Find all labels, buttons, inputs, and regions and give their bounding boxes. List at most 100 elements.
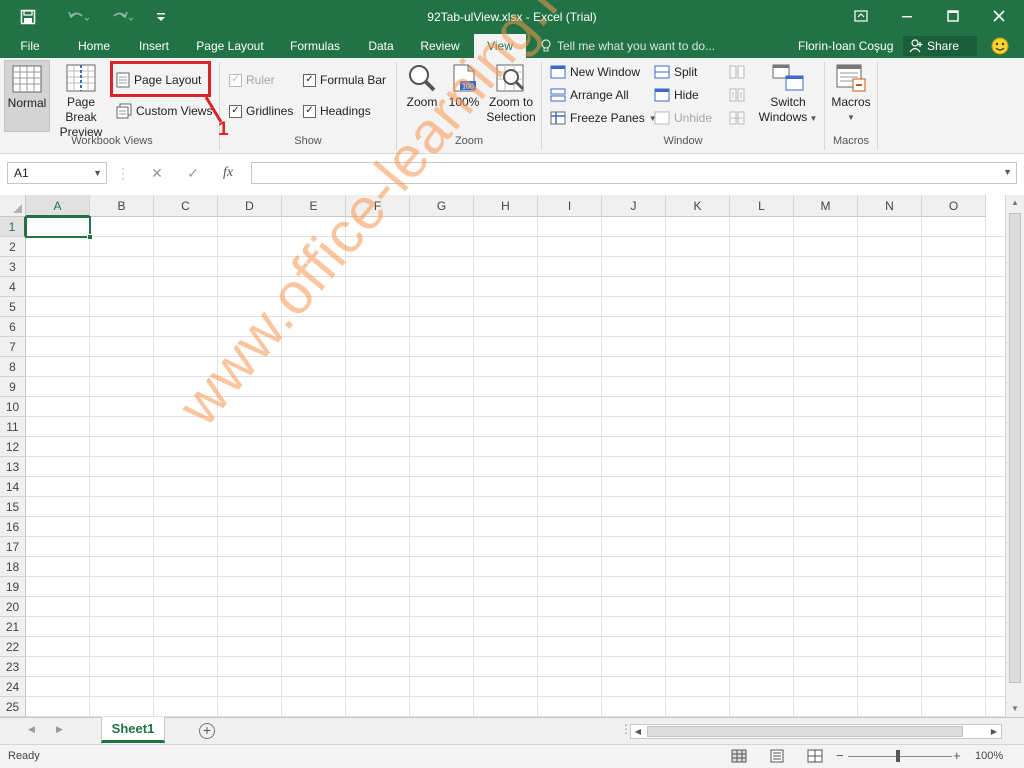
hide-button[interactable]: Hide [654, 85, 699, 105]
page-break-preview-button[interactable]: Page Break Preview [52, 60, 110, 139]
column-header[interactable]: B [90, 195, 154, 217]
column-header[interactable]: G [410, 195, 474, 217]
new-sheet-icon[interactable]: + [199, 723, 215, 739]
maximize-icon[interactable] [930, 0, 976, 32]
vertical-scroll-thumb[interactable] [1009, 213, 1021, 683]
scroll-down-icon[interactable]: ▼ [1006, 701, 1024, 717]
zoom-slider[interactable] [848, 756, 952, 757]
vertical-scrollbar[interactable]: ▲ ▼ [1005, 195, 1024, 717]
minimize-icon[interactable] [884, 0, 930, 32]
select-all-corner[interactable] [0, 195, 26, 217]
column-header[interactable]: M [794, 195, 858, 217]
cancel-entry-icon[interactable]: ✕ [146, 163, 168, 183]
smiley-feedback-icon[interactable] [990, 36, 1010, 56]
column-header[interactable]: I [538, 195, 602, 217]
chevron-down-icon[interactable]: ▼ [93, 163, 102, 183]
freeze-panes-button[interactable]: Freeze Panes ▼ [550, 108, 657, 128]
horizontal-scrollbar[interactable]: ◀ ▶ [630, 724, 1002, 739]
tab-home[interactable]: Home [70, 34, 118, 58]
share-button[interactable]: Share [903, 36, 977, 56]
row-header[interactable]: 4 [0, 277, 26, 297]
macros-button[interactable]: Macros ▼ [828, 60, 874, 132]
zoom-100-button[interactable]: 100 100% [446, 60, 482, 132]
row-header[interactable]: 14 [0, 477, 26, 497]
column-header[interactable]: A [26, 195, 90, 217]
zoom-to-selection-button[interactable]: Zoom to Selection [484, 60, 538, 132]
row-header[interactable]: 2 [0, 237, 26, 257]
new-window-button[interactable]: New Window [550, 62, 640, 82]
cell-area[interactable] [26, 217, 1005, 717]
row-header[interactable]: 6 [0, 317, 26, 337]
row-header[interactable]: 12 [0, 437, 26, 457]
row-header[interactable]: 7 [0, 337, 26, 357]
column-header[interactable]: F [346, 195, 410, 217]
row-header[interactable]: 19 [0, 577, 26, 597]
column-header[interactable]: K [666, 195, 730, 217]
tab-file[interactable]: File [10, 34, 50, 58]
column-header[interactable]: N [858, 195, 922, 217]
row-header[interactable]: 25 [0, 697, 26, 717]
formula-input[interactable]: ▼ [251, 162, 1017, 184]
row-header[interactable]: 13 [0, 457, 26, 477]
horizontal-scroll-thumb[interactable] [647, 726, 963, 737]
gridlines-checkbox[interactable]: ✓ Gridlines [229, 101, 293, 121]
fill-handle[interactable] [87, 234, 93, 240]
zoom-level[interactable]: 100% [975, 750, 1003, 762]
headings-checkbox[interactable]: ✓ Headings [303, 101, 371, 121]
split-button[interactable]: Split [654, 62, 697, 82]
row-header[interactable]: 17 [0, 537, 26, 557]
row-header[interactable]: 9 [0, 377, 26, 397]
zoom-button[interactable]: Zoom [400, 60, 444, 132]
row-header[interactable]: 5 [0, 297, 26, 317]
zoom-out-icon[interactable]: − [836, 748, 844, 763]
sheet-nav-prev-icon[interactable]: ◀ [28, 724, 35, 735]
row-header[interactable]: 8 [0, 357, 26, 377]
row-header[interactable]: 1 [0, 217, 26, 237]
chevron-down-icon[interactable]: ▼ [1003, 167, 1012, 177]
arrange-all-button[interactable]: Arrange All [550, 85, 629, 105]
formula-bar-checkbox[interactable]: ✓ Formula Bar [303, 70, 386, 90]
column-header[interactable]: L [730, 195, 794, 217]
column-header[interactable]: O [922, 195, 986, 217]
insert-function-icon[interactable]: fx [217, 163, 239, 183]
tab-page-layout[interactable]: Page Layout [190, 34, 270, 58]
row-header[interactable]: 16 [0, 517, 26, 537]
row-header[interactable]: 23 [0, 657, 26, 677]
active-cell-a1[interactable] [25, 216, 93, 240]
sheet-tab-sheet1[interactable]: Sheet1 [101, 717, 165, 743]
tab-insert[interactable]: Insert [132, 34, 176, 58]
switch-windows-button[interactable]: Switch Windows ▼ [756, 60, 820, 132]
row-header[interactable]: 15 [0, 497, 26, 517]
column-header[interactable]: H [474, 195, 538, 217]
tab-formulas[interactable]: Formulas [284, 34, 346, 58]
column-header[interactable]: D [218, 195, 282, 217]
tab-data[interactable]: Data [361, 34, 401, 58]
row-header[interactable]: 18 [0, 557, 26, 577]
name-box[interactable]: A1 ▼ [7, 162, 107, 184]
sheet-nav-next-icon[interactable]: ▶ [56, 724, 63, 735]
scroll-up-icon[interactable]: ▲ [1006, 195, 1024, 211]
tell-me-box[interactable]: Tell me what you want to do... [540, 34, 715, 58]
formula-bar-grip-icon[interactable]: ⋮ [116, 163, 130, 183]
row-header[interactable]: 20 [0, 597, 26, 617]
zoom-in-icon[interactable]: + [953, 748, 961, 763]
tab-review[interactable]: Review [414, 34, 466, 58]
custom-views-button[interactable]: Custom Views [116, 101, 212, 121]
row-header[interactable]: 21 [0, 617, 26, 637]
column-header[interactable]: C [154, 195, 218, 217]
row-header[interactable]: 10 [0, 397, 26, 417]
close-icon[interactable] [976, 0, 1022, 32]
column-header[interactable]: J [602, 195, 666, 217]
row-header[interactable]: 24 [0, 677, 26, 697]
ribbon-display-options-icon[interactable] [838, 0, 884, 32]
page-layout-status-icon[interactable] [769, 749, 785, 763]
normal-view-button[interactable]: Normal [4, 60, 50, 132]
row-header[interactable]: 3 [0, 257, 26, 277]
normal-view-status-icon[interactable] [731, 749, 747, 763]
scroll-right-icon[interactable]: ▶ [987, 725, 1001, 738]
page-layout-view-button[interactable]: Page Layout [116, 70, 201, 90]
column-header[interactable]: E [282, 195, 346, 217]
row-header[interactable]: 22 [0, 637, 26, 657]
scroll-left-icon[interactable]: ◀ [631, 725, 645, 738]
row-header[interactable]: 11 [0, 417, 26, 437]
